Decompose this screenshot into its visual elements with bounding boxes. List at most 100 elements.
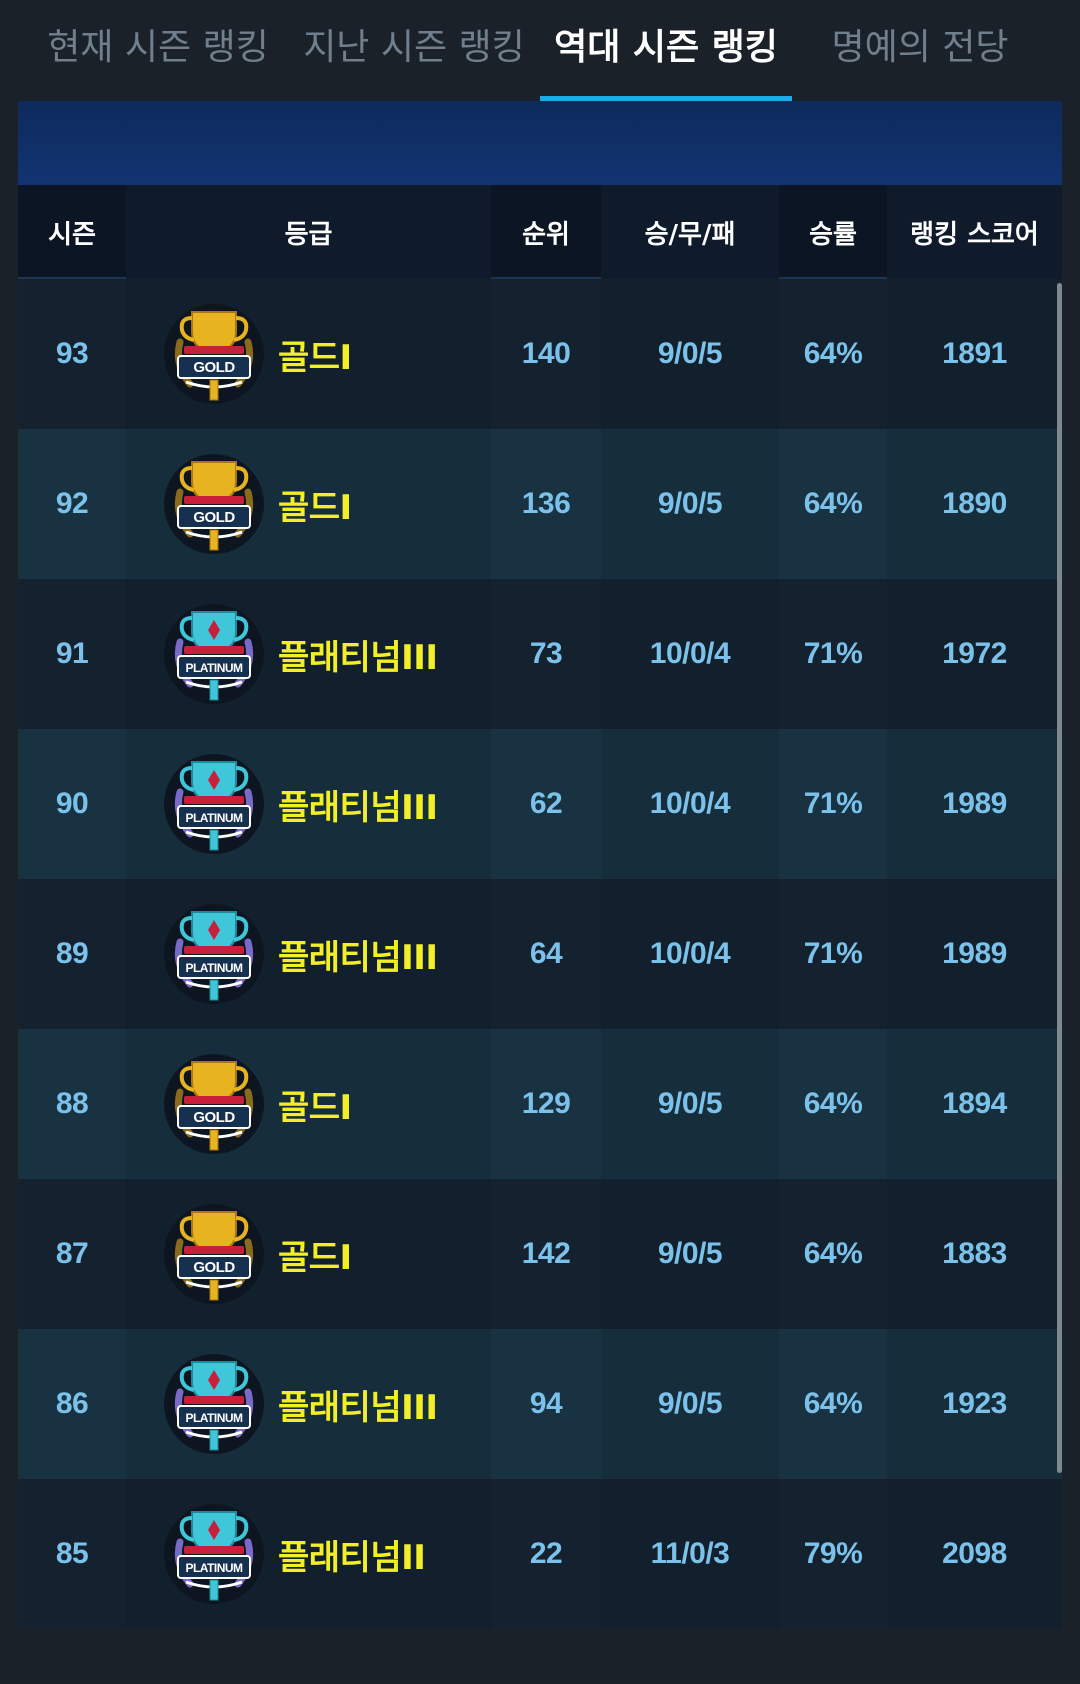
tab-hall-of-fame[interactable]: 명예의 전당 (820, 18, 1020, 102)
winrate-value: 71% (803, 637, 863, 670)
record-cell: 10/0/4 (601, 729, 779, 879)
season-value: 86 (55, 1387, 89, 1420)
badge-text: PLATINUM (185, 1561, 243, 1575)
season-cell: 92 (18, 429, 126, 579)
winrate-cell: 71% (779, 579, 887, 729)
tier-label: 골드I (278, 487, 352, 528)
gold-trophy-badge-icon: GOLD (162, 452, 266, 556)
table-row[interactable]: 90 PLATINUM 플래티넘III 62 10/0/4 71% 1989 (18, 729, 1062, 879)
tier-cell: PLATINUM 플래티넘II (126, 1479, 491, 1629)
rank-cell: 140 (491, 279, 601, 429)
gold-trophy-badge-icon: GOLD (162, 1202, 266, 1306)
table-row[interactable]: 92 GOLD 골드I 136 9/0/5 64% 1890 (18, 429, 1062, 579)
rank-cell: 22 (491, 1479, 601, 1629)
score-cell: 1894 (887, 1029, 1062, 1179)
badge-text: GOLD (193, 1109, 235, 1126)
winrate-value: 64% (803, 1087, 863, 1120)
record-value: 9/0/5 (657, 337, 723, 370)
season-cell: 88 (18, 1029, 126, 1179)
table-header: 시즌 등급 순위 승/무/패 승률 랭킹 스코어 (18, 185, 1062, 279)
season-value: 87 (55, 1237, 89, 1270)
tab-current-season[interactable]: 현재 시즌 랭킹 (40, 18, 276, 102)
scrollbar[interactable] (1057, 283, 1062, 1473)
record-value: 9/0/5 (657, 487, 723, 520)
score-value: 1883 (942, 1237, 1007, 1270)
tier-label: 골드I (278, 1087, 352, 1128)
rank-cell: 142 (491, 1179, 601, 1329)
winrate-cell: 64% (779, 279, 887, 429)
score-value: 1891 (942, 337, 1007, 370)
rank-cell: 64 (491, 879, 601, 1029)
record-value: 10/0/4 (649, 787, 731, 820)
season-cell: 91 (18, 579, 126, 729)
tier-cell: PLATINUM 플래티넘III (126, 879, 491, 1029)
badge-text: PLATINUM (185, 811, 243, 825)
tab-bar: 현재 시즌 랭킹 지난 시즌 랭킹 역대 시즌 랭킹 명예의 전당 (0, 0, 1080, 102)
record-cell: 9/0/5 (601, 1329, 779, 1479)
tab-last-season[interactable]: 지난 시즌 랭킹 (296, 18, 532, 102)
tier-label: 플래티넘III (278, 1387, 438, 1428)
season-cell: 86 (18, 1329, 126, 1479)
header-season: 시즌 (48, 219, 96, 250)
rank-value: 140 (521, 337, 571, 370)
score-cell: 1989 (887, 879, 1062, 1029)
platinum-trophy-badge-icon: PLATINUM (162, 1502, 266, 1606)
table-row[interactable]: 87 GOLD 골드I 142 9/0/5 64% 1883 (18, 1179, 1062, 1329)
score-cell: 1972 (887, 579, 1062, 729)
winrate-cell: 64% (779, 429, 887, 579)
record-value: 9/0/5 (657, 1387, 723, 1420)
tier-cell: PLATINUM 플래티넘III (126, 729, 491, 879)
score-value: 2098 (942, 1537, 1007, 1570)
winrate-value: 64% (803, 1237, 863, 1270)
season-value: 89 (55, 937, 89, 970)
tier-cell: PLATINUM 플래티넘III (126, 579, 491, 729)
table-row[interactable]: 93 GOLD 골드I 140 9/0/5 64% 1891 (18, 279, 1062, 429)
score-cell: 1923 (887, 1329, 1062, 1479)
table-row[interactable]: 89 PLATINUM 플래티넘III 64 10/0/4 71% 1989 (18, 879, 1062, 1029)
season-cell: 89 (18, 879, 126, 1029)
season-cell: 93 (18, 279, 126, 429)
season-cell: 90 (18, 729, 126, 879)
record-value: 10/0/4 (649, 937, 731, 970)
banner (18, 101, 1062, 185)
winrate-value: 64% (803, 1387, 863, 1420)
tier-label: 플래티넘II (278, 1537, 426, 1578)
rank-cell: 136 (491, 429, 601, 579)
score-value: 1890 (942, 487, 1007, 520)
badge-text: GOLD (193, 509, 235, 526)
table-row[interactable]: 88 GOLD 골드I 129 9/0/5 64% 1894 (18, 1029, 1062, 1179)
season-cell: 85 (18, 1479, 126, 1629)
table-row[interactable]: 91 PLATINUM 플래티넘III 73 10/0/4 71% 1972 (18, 579, 1062, 729)
table-row[interactable]: 86 PLATINUM 플래티넘III 94 9/0/5 64% 1923 (18, 1329, 1062, 1479)
score-cell: 1989 (887, 729, 1062, 879)
rank-value: 136 (521, 487, 571, 520)
record-cell: 11/0/3 (601, 1479, 779, 1629)
rank-cell: 94 (491, 1329, 601, 1479)
tier-label: 골드I (278, 337, 352, 378)
table-row[interactable]: 85 PLATINUM 플래티넘II 22 11/0/3 79% 2098 (18, 1479, 1062, 1629)
rank-value: 142 (521, 1237, 571, 1270)
badge-text: PLATINUM (185, 1411, 243, 1425)
tier-label: 플래티넘III (278, 637, 438, 678)
record-cell: 10/0/4 (601, 879, 779, 1029)
winrate-value: 71% (803, 937, 863, 970)
tab-all-seasons[interactable]: 역대 시즌 랭킹 (540, 18, 792, 102)
winrate-cell: 71% (779, 879, 887, 1029)
rank-value: 129 (521, 1087, 571, 1120)
winrate-value: 71% (803, 787, 863, 820)
record-cell: 10/0/4 (601, 579, 779, 729)
score-value: 1923 (942, 1387, 1007, 1420)
score-value: 1989 (942, 787, 1007, 820)
score-cell: 2098 (887, 1479, 1062, 1629)
rank-value: 64 (529, 937, 563, 970)
record-value: 9/0/5 (657, 1087, 723, 1120)
season-value: 91 (55, 637, 89, 670)
score-value: 1989 (942, 937, 1007, 970)
tier-cell: GOLD 골드I (126, 1179, 491, 1329)
badge-text: GOLD (193, 1259, 235, 1276)
score-cell: 1891 (887, 279, 1062, 429)
season-value: 92 (55, 487, 89, 520)
header-tier: 등급 (126, 185, 491, 279)
badge-text: PLATINUM (185, 961, 243, 975)
rank-value: 22 (529, 1537, 563, 1570)
